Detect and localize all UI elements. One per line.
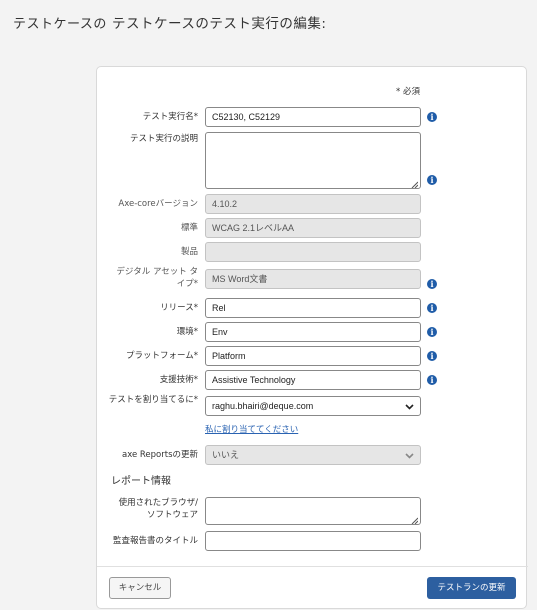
assign-to-label: テストを割り当てるに* [108,395,198,405]
assign-to-value: raghu.bhairi@deque.com [212,401,314,411]
platform-label: プラットフォーム* [126,351,198,361]
environment-input[interactable]: Env [205,322,421,342]
description-label: テスト実行の説明 [129,134,198,144]
modal-title: テストケースのテスト実行の編集: [112,12,333,32]
product-label: 製品 [180,247,198,257]
report-info-heading: レポート情報 [111,476,171,487]
assistive-tech-input[interactable]: Assistive Technology [205,370,421,390]
product-field [205,242,421,262]
axe-core-version-label: Axe-coreバージョン [118,199,198,209]
info-icon[interactable]: i [427,279,437,289]
assistive-tech-label: 支援技術* [159,375,198,385]
dialog-footer-divider [97,566,528,567]
digital-asset-type-field: MS Word文書 [205,269,421,289]
axe-reports-update-label: axe Reportsの更新 [121,450,198,460]
required-note: * 必須 [396,87,420,97]
platform-input[interactable]: Platform [205,346,421,366]
chevron-down-icon [405,453,414,459]
browser-software-label: 使用されたブラウザ/ソフトウェア [118,498,198,520]
assign-to-select[interactable]: raghu.bhairi@deque.com [205,396,421,416]
resize-handle-icon[interactable] [411,517,418,524]
standard-field: WCAG 2.1レベルAA [205,218,421,238]
axe-core-version-field: 4.10.2 [205,194,421,214]
audit-report-title-label: 監査報告書のタイトル [112,536,198,546]
info-icon[interactable]: i [427,327,437,337]
info-icon[interactable]: i [427,112,437,122]
info-icon[interactable]: i [427,175,437,185]
background-page-title: テストケースの [13,17,107,32]
environment-label: 環境* [176,327,198,337]
axe-reports-update-value: いいえ [212,450,240,460]
axe-reports-update-select: いいえ [205,445,421,465]
release-label: リリース* [160,303,198,313]
resize-handle-icon[interactable] [411,181,418,188]
assign-to-me-link[interactable]: 私に割り当ててください [205,423,298,435]
standard-label: 標準 [180,223,198,233]
browser-software-textarea[interactable] [205,497,421,525]
test-run-name-input[interactable]: C52130, C52129 [205,107,421,127]
digital-asset-type-label: デジタル アセット タイプ* [116,267,198,289]
test-run-name-label: テスト実行名* [142,112,198,122]
release-input[interactable]: Rel [205,298,421,318]
audit-report-title-input[interactable] [205,531,421,551]
info-icon[interactable]: i [427,375,437,385]
edit-test-run-dialog: * 必須 テスト実行名* C52130, C52129 i テスト実行の説明 i… [96,66,528,609]
chevron-down-icon [405,404,414,410]
info-icon[interactable]: i [427,351,437,361]
cancel-button[interactable]: キャンセル [109,577,171,599]
update-test-run-button[interactable]: テストランの更新 [427,577,516,599]
description-textarea[interactable] [205,132,421,189]
info-icon[interactable]: i [427,303,437,313]
